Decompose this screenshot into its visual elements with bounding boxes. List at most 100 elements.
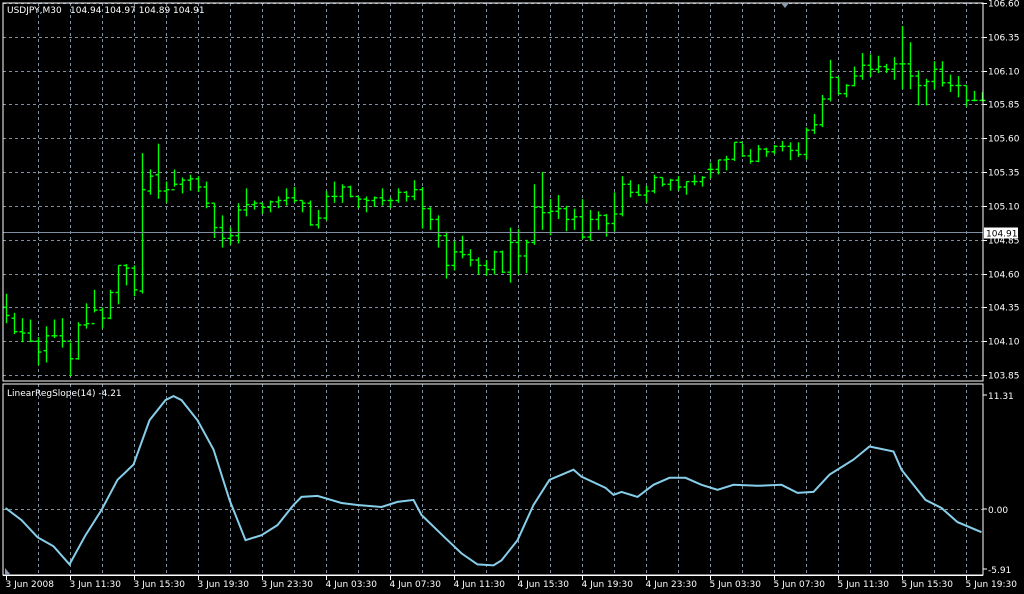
price-bar [315, 209, 322, 229]
price-bar [619, 176, 626, 217]
price-bar [411, 180, 418, 201]
price-tick-label: 104.60 [988, 271, 1020, 281]
price-bar [235, 203, 242, 244]
indicator-tick-label: 0.00 [988, 506, 1008, 516]
price-bar [835, 76, 842, 95]
price-bar [323, 191, 330, 221]
chart-shift-marker-icon[interactable] [781, 3, 789, 8]
current-price-text: 104.91 [986, 230, 1018, 240]
price-bar [19, 318, 26, 343]
time-tick-label: 4 Jun 07:30 [390, 580, 442, 590]
price-bar [163, 181, 170, 203]
time-tick-label: 4 Jun 19:30 [582, 580, 634, 590]
price-bar [899, 25, 906, 90]
time-tick-label: 5 Jun 03:30 [710, 580, 762, 590]
price-bar [379, 188, 386, 206]
time-tick-label: 3 Jun 23:30 [262, 580, 314, 590]
current-price-label: 104.91 [984, 227, 1018, 240]
time-tick-label: 4 Jun 11:30 [454, 580, 506, 590]
time-tick-label: 3 Jun 2008 [6, 580, 55, 590]
indicator-label: LinearRegSlope(14) -4.21 [7, 389, 122, 399]
price-bar [691, 174, 698, 186]
price-bar [595, 211, 602, 230]
price-bar [755, 145, 762, 163]
price-bar [99, 307, 106, 329]
price-bar [467, 249, 474, 267]
price-bar [963, 84, 970, 107]
time-tick-label: 4 Jun 23:30 [646, 580, 698, 590]
price-bar [627, 180, 634, 198]
price-bar [915, 70, 922, 106]
time-tick-label: 3 Jun 15:30 [134, 580, 186, 590]
price-bar [371, 196, 378, 207]
price-bar [563, 205, 570, 232]
price-bar [499, 250, 506, 274]
time-tick-label: 3 Jun 19:30 [198, 580, 250, 590]
time-tick-label: 5 Jun 07:30 [774, 580, 826, 590]
price-bar [947, 74, 954, 92]
price-bar [843, 84, 850, 98]
price-bar [459, 235, 466, 259]
price-bar [243, 188, 250, 217]
price-bar [811, 113, 818, 134]
price-bar [891, 57, 898, 80]
price-bar [139, 153, 146, 294]
price-bar [3, 293, 10, 324]
price-bar [659, 176, 666, 187]
price-bar [739, 141, 746, 157]
price-bar [635, 184, 642, 197]
price-bar [931, 61, 938, 90]
price-bar [259, 202, 266, 214]
price-bar [91, 289, 98, 325]
price-bar [435, 215, 442, 248]
time-axis: 3 Jun 2008 3 Jun 11:30 3 Jun 15:30 3 Jun 19… [6, 575, 1017, 590]
price-bar [667, 178, 674, 191]
chart-window[interactable]: 106.60 106.35 106.10 105.85 105.60 105.35 105.… [0, 0, 1024, 594]
price-bar [523, 239, 530, 274]
price-bar [683, 180, 690, 195]
indicator-tick-label: -5.91 [988, 566, 1011, 576]
price-bar [395, 188, 402, 203]
price-bar [859, 53, 866, 80]
price-bar [331, 181, 338, 203]
price-bar [611, 192, 618, 232]
grid [3, 3, 983, 575]
ohlc-readout: 104.94 104.97 104.89 104.91 [70, 6, 205, 16]
price-bar [555, 195, 562, 220]
price-bar [227, 227, 234, 245]
price-bar [747, 149, 754, 164]
price-bar [43, 326, 50, 363]
price-bar [939, 61, 946, 87]
price-bar [867, 54, 874, 78]
price-bar [771, 145, 778, 155]
price-bar [475, 257, 482, 275]
price-tick-label: 106.60 [988, 0, 1020, 10]
price-bar [603, 214, 610, 237]
price-bar [195, 176, 202, 193]
price-bar [763, 147, 770, 157]
price-tick-label: 105.35 [988, 169, 1020, 179]
price-bar [419, 186, 426, 229]
price-bar [539, 172, 546, 230]
price-bar [875, 55, 882, 73]
price-bar [731, 141, 738, 161]
price-bar [587, 209, 594, 241]
price-bar [131, 265, 138, 297]
price-bar [571, 208, 578, 230]
price-bar [723, 155, 730, 171]
price-tick-label: 105.10 [988, 203, 1020, 213]
time-tick-label: 4 Jun 15:30 [518, 580, 570, 590]
price-bar [203, 181, 210, 209]
price-bar [827, 59, 834, 102]
price-bar [307, 200, 314, 226]
indicator-panel-frame [2, 383, 984, 576]
price-bar [107, 289, 114, 320]
price-bar [187, 174, 194, 191]
price-bar [451, 241, 458, 271]
price-bar [291, 186, 298, 203]
price-bar [483, 260, 490, 276]
price-bar [491, 250, 498, 275]
time-tick-label: 5 Jun 15:30 [902, 580, 954, 590]
price-bar [363, 196, 370, 213]
price-bar [787, 142, 794, 161]
